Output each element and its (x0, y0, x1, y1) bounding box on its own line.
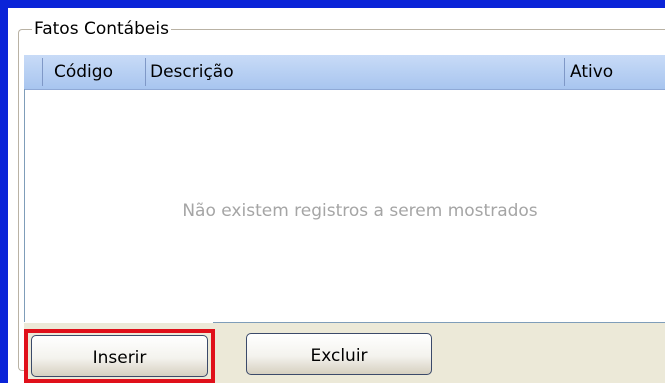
column-header-ativo[interactable]: Ativo (570, 55, 613, 89)
column-separator (42, 58, 43, 86)
groupbox-title: Fatos Contábeis (32, 18, 171, 40)
delete-button[interactable]: Excluir (246, 333, 432, 375)
empty-grid-message: Não existem registros a serem mostrados (182, 201, 538, 221)
column-separator (564, 58, 565, 86)
column-header-codigo[interactable]: Código (54, 55, 113, 89)
column-header-descricao[interactable]: Descrição (150, 55, 234, 89)
grid-border (24, 89, 25, 322)
grid-header: Código Descrição Ativo (24, 55, 665, 90)
insert-button-highlight (24, 329, 215, 383)
column-separator (145, 58, 146, 86)
